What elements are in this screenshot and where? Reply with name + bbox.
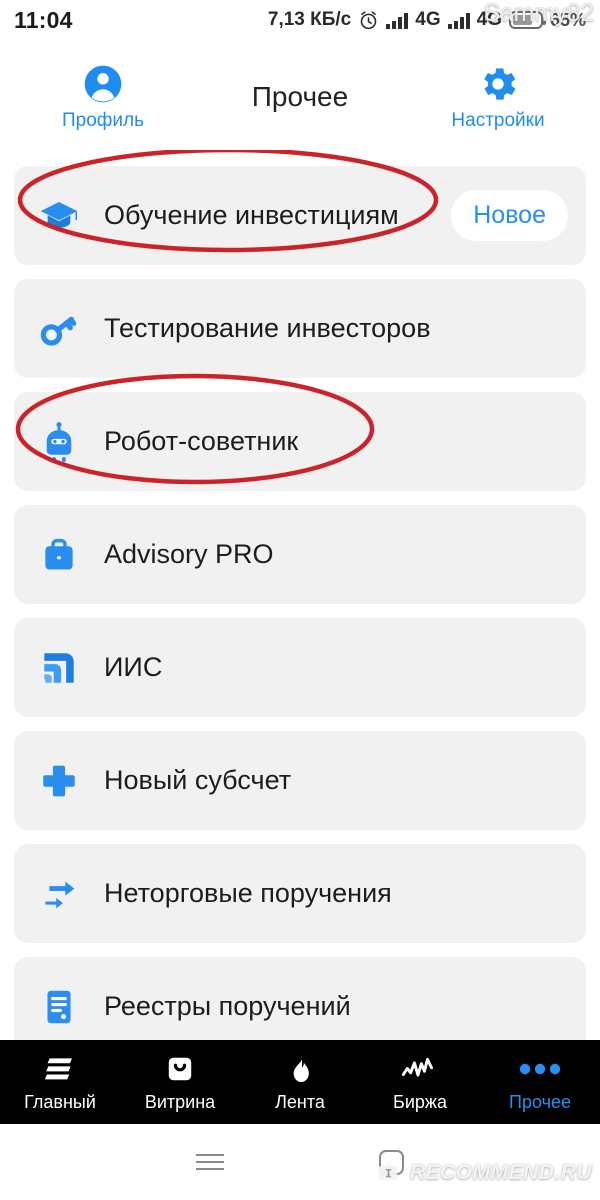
menu-item-label: Робот-советник — [104, 426, 299, 456]
menu-item-label: Реестры поручений — [104, 991, 351, 1021]
app-header: Профиль Прочее Настройки — [0, 40, 600, 150]
tab-label: Лента — [275, 1091, 325, 1112]
three-dots-icon — [519, 1052, 561, 1086]
menu-item-label: Неторговые поручения — [104, 878, 392, 908]
graduation-cap-icon — [36, 195, 82, 237]
flame-icon — [285, 1052, 315, 1086]
menu-item-label: ИИС — [104, 652, 163, 682]
phone-screen: 11:04 7,13 КБ/с 4G 4G 65% Sammy82 Профил… — [0, 0, 600, 1200]
chart-line-icon — [401, 1052, 439, 1086]
transfer-arrows-icon — [36, 873, 82, 915]
tab-main[interactable]: Главный — [0, 1040, 120, 1124]
profile-label: Профиль — [61, 110, 145, 131]
signal-bars-icon-1 — [386, 11, 409, 29]
menu-item-nontrading-orders[interactable]: Неторговые поручения — [14, 844, 586, 943]
battery-percent: 65% — [549, 9, 586, 30]
status-bar-data-rate: 7,13 КБ/с — [267, 9, 352, 30]
shopping-bag-icon — [164, 1052, 196, 1086]
menu-list: Обучение инвестициям Новое Тестирование … — [0, 150, 600, 1040]
tab-label: Биржа — [393, 1091, 447, 1112]
status-bar: 11:04 7,13 КБ/с 4G 4G 65% Sammy82 — [0, 0, 600, 40]
alarm-clock-icon — [360, 10, 377, 29]
settings-label: Настройки — [451, 110, 545, 131]
tab-exchange[interactable]: Биржа — [360, 1040, 480, 1124]
stacked-lines-icon — [43, 1052, 77, 1086]
robot-icon — [36, 421, 82, 463]
profile-button[interactable]: Профиль — [0, 62, 200, 132]
menu-item-order-registers[interactable]: Реестры поручений — [14, 957, 586, 1040]
network-type-2: 4G — [476, 9, 502, 30]
menu-item-label: Новый субсчет — [104, 765, 292, 795]
network-type-1: 4G — [415, 9, 441, 30]
home-square-icon[interactable] — [379, 1149, 404, 1175]
gear-icon — [484, 68, 516, 100]
battery-icon — [508, 11, 546, 29]
tab-feed[interactable]: Лента — [240, 1040, 360, 1124]
menu-item-iis[interactable]: ИИС — [14, 618, 586, 717]
tab-showcase[interactable]: Витрина — [120, 1040, 240, 1124]
menu-item-investor-testing[interactable]: Тестирование инвесторов — [14, 279, 586, 378]
growth-steps-icon — [36, 647, 82, 689]
document-list-icon — [36, 986, 82, 1028]
settings-button[interactable]: Настройки — [400, 62, 600, 132]
page-title: Прочее — [251, 81, 349, 112]
tab-label: Прочее — [509, 1091, 571, 1112]
menu-item-label: Обучение инвестициям — [104, 200, 399, 230]
tab-label: Главный — [24, 1091, 96, 1112]
android-nav-bar: RECOMMEND.RU — [0, 1124, 600, 1200]
status-bar-icons: 7,13 КБ/с 4G 4G 65% — [268, 9, 586, 31]
bottom-tab-bar: Главный Витрина Лента Биржа Прочее — [0, 1040, 600, 1124]
menu-item-label: Тестирование инвесторов — [104, 313, 431, 343]
menu-item-advisory-pro[interactable]: Advisory PRO — [14, 505, 586, 604]
tab-label: Витрина — [144, 1091, 216, 1112]
menu-item-new-subaccount[interactable]: Новый субсчет — [14, 731, 586, 830]
plus-icon — [36, 760, 82, 802]
menu-item-label: Advisory PRO — [104, 539, 274, 569]
menu-item-robot-advisor[interactable]: Робот-советник — [14, 392, 586, 491]
status-bar-time: 11:04 — [14, 6, 73, 33]
menu-item-education[interactable]: Обучение инвестициям Новое — [14, 166, 586, 265]
status-badge-new: Новое — [451, 190, 568, 241]
signal-bars-icon-2 — [447, 11, 470, 29]
user-avatar-icon — [84, 65, 122, 103]
tab-other[interactable]: Прочее — [480, 1040, 600, 1124]
site-watermark: RECOMMEND.RU — [375, 1158, 592, 1188]
site-watermark-text: RECOMMEND.RU — [409, 1161, 592, 1184]
briefcase-icon — [36, 534, 82, 576]
key-icon — [36, 308, 82, 350]
recents-menu-icon[interactable] — [196, 1154, 224, 1170]
